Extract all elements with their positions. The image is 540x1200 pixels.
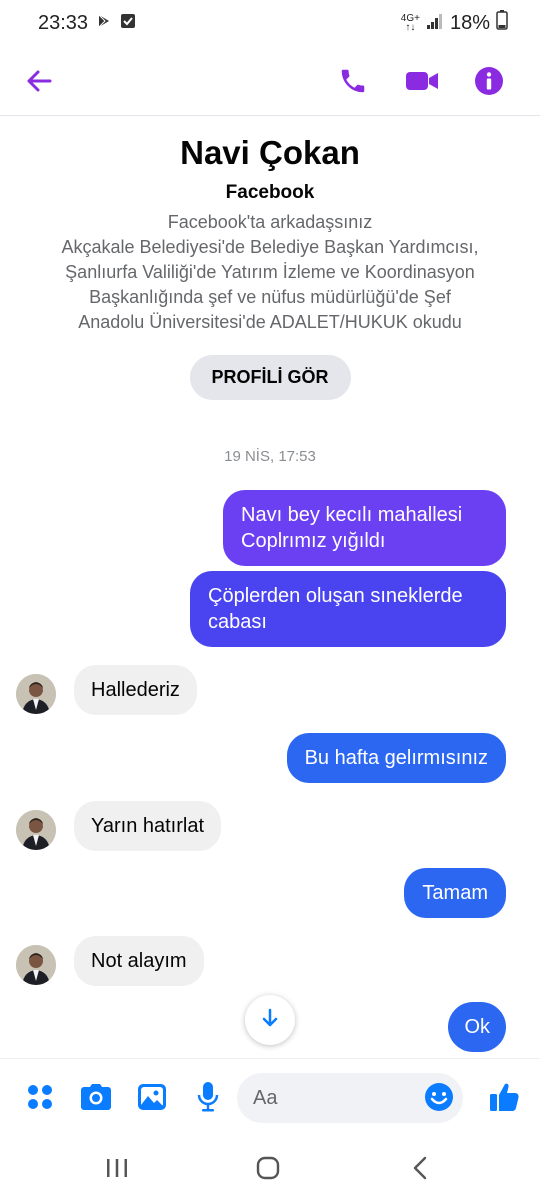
like-thumb-icon[interactable] xyxy=(486,1079,522,1115)
message-bubble-outgoing[interactable]: Navı bey kecılı mahallesi Coplrımız yığı… xyxy=(223,490,506,566)
signal-icon xyxy=(426,12,444,35)
home-icon[interactable] xyxy=(238,1148,298,1188)
scroll-to-bottom-button[interactable] xyxy=(245,995,295,1045)
recent-apps-icon[interactable] xyxy=(87,1148,147,1188)
battery-icon xyxy=(496,10,508,36)
message-line: Coplrımız yığıldı xyxy=(241,530,386,552)
message-line: Yarın hatırlat xyxy=(91,815,205,837)
back-arrow-icon[interactable] xyxy=(16,58,62,104)
view-profile-button[interactable]: PROFİLİ GÖR xyxy=(189,355,351,400)
phone-icon[interactable] xyxy=(330,58,376,104)
message-bubble-incoming[interactable]: Not alayım xyxy=(74,936,204,986)
friends-note: Facebook'ta arkadaşsınız xyxy=(167,212,373,232)
gallery-icon[interactable] xyxy=(134,1079,170,1115)
profile-detail-line: Akçakale Belediyesi'de Belediye Başkan Y… xyxy=(61,237,479,257)
profile-detail-line: Şanlıurfa Valiliği'de Yatırım İzleme ve … xyxy=(65,262,475,282)
info-icon[interactable] xyxy=(466,58,512,104)
status-time: 23:33 xyxy=(38,11,89,34)
message-line: Navı bey kecılı mahallesi xyxy=(241,504,463,526)
profile-detail-line: Anadolu Üniversitesi'de ADALET/HUKUK oku… xyxy=(78,312,462,332)
message-bubble-outgoing[interactable]: Bu hafta gelırmısınız xyxy=(286,733,506,783)
message-line: Not alayım xyxy=(91,950,187,972)
message-line: Hallederiz xyxy=(91,679,180,701)
video-camera-icon[interactable] xyxy=(399,58,445,104)
system-navigation-bar xyxy=(0,1138,540,1200)
message-bubble-outgoing[interactable]: Ok xyxy=(448,1002,506,1052)
profile-platform: Facebook xyxy=(225,182,315,203)
profile-name: Navi Çokan xyxy=(180,134,360,171)
checkbox-notification-icon xyxy=(120,12,136,35)
message-bubble-incoming[interactable]: Yarın hatırlat xyxy=(74,801,222,851)
microphone-icon[interactable] xyxy=(190,1079,226,1115)
play-store-icon xyxy=(96,12,112,35)
contact-avatar[interactable] xyxy=(16,810,56,850)
emoji-icon[interactable] xyxy=(421,1079,457,1115)
chat-timestamp: 19 NİS, 17:53 xyxy=(224,448,316,465)
arrow-down-icon xyxy=(259,1007,281,1034)
message-line: Bu hafta gelırmısınız xyxy=(304,747,488,769)
contact-avatar[interactable] xyxy=(16,674,56,714)
message-composer xyxy=(0,1058,540,1138)
message-bubble-incoming[interactable]: Hallederiz xyxy=(74,665,197,715)
conversation-header xyxy=(0,46,540,116)
message-line: Ok xyxy=(464,1016,490,1038)
profile-intro: Navi Çokan Facebook Facebook'ta arkadaşs… xyxy=(0,118,540,400)
back-nav-icon[interactable] xyxy=(390,1148,450,1188)
contact-avatar[interactable] xyxy=(16,945,56,985)
message-line: cabası xyxy=(208,611,267,633)
message-bubble-outgoing[interactable]: Çöplerden oluşan sıneklerde cabası xyxy=(190,571,506,647)
message-bubble-outgoing[interactable]: Tamam xyxy=(404,868,506,918)
message-line: Tamam xyxy=(422,882,488,904)
camera-icon[interactable] xyxy=(78,1079,114,1115)
apps-dots-icon[interactable] xyxy=(22,1079,58,1115)
status-bar: 23:33 4G+ ↑↓ 18% xyxy=(0,0,540,46)
network-type: 4G+ ↑↓ xyxy=(400,13,420,33)
profile-detail-line: Başkanlığında şef ve nüfus müdürlüğü'de … xyxy=(89,287,451,307)
message-line: Çöplerden oluşan sıneklerde xyxy=(208,585,463,607)
battery-percent: 18% xyxy=(449,11,490,34)
